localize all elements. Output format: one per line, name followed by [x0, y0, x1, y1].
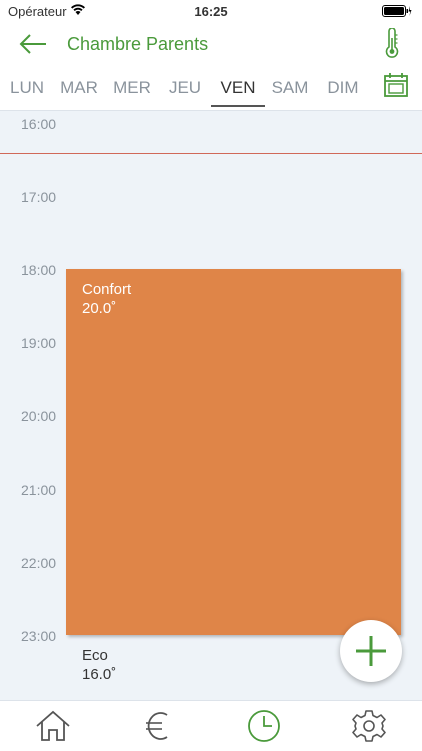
hour-label: 16:00: [21, 116, 57, 132]
current-time-line: [0, 153, 422, 154]
comfort-block-temp: 20.0˚: [82, 300, 117, 317]
tab-sam[interactable]: SAM: [263, 78, 317, 98]
arrow-left-icon[interactable]: [18, 32, 48, 56]
add-block-button[interactable]: [340, 620, 402, 682]
euro-icon[interactable]: [140, 709, 176, 743]
eco-temp: 16.0˚: [82, 666, 117, 683]
active-tab-underline: [211, 105, 265, 107]
plus-icon: [356, 636, 386, 666]
tab-dim[interactable]: DIM: [316, 78, 370, 98]
clock-icon[interactable]: [246, 709, 282, 743]
tab-lun[interactable]: LUN: [0, 78, 54, 98]
page-title: Chambre Parents: [67, 34, 209, 54]
tab-mar[interactable]: MAR: [52, 78, 106, 98]
status-bar: Opérateur 16:25: [0, 0, 422, 22]
home-icon[interactable]: [35, 709, 71, 743]
battery-icon: [382, 5, 412, 17]
thermometer-icon[interactable]: [384, 28, 400, 58]
hour-label: 21:00: [21, 482, 57, 498]
comfort-block[interactable]: Confort 20.0˚: [66, 269, 401, 635]
gear-icon[interactable]: [351, 709, 387, 743]
eco-label: Eco: [82, 647, 108, 664]
hour-label: 22:00: [21, 555, 57, 571]
tab-ven[interactable]: VEN: [211, 78, 265, 98]
comfort-block-name: Confort: [82, 281, 132, 298]
hour-label: 23:00: [21, 628, 57, 644]
day-tabs: LUN MAR MER JEU VEN SAM DIM: [0, 66, 422, 111]
hour-label: 17:00: [21, 189, 57, 205]
nav-bar: Chambre Parents: [0, 22, 422, 66]
schedule-timeline[interactable]: 16:00 17:00 18:00 19:00 20:00 21:00 22:0…: [0, 110, 422, 700]
clock-time: 16:25: [194, 4, 228, 19]
calendar-icon[interactable]: [383, 72, 409, 98]
hour-label: 20:00: [21, 408, 57, 424]
bottom-tab-bar: [0, 700, 422, 751]
tab-mer[interactable]: MER: [105, 78, 159, 98]
hour-label: 18:00: [21, 262, 57, 278]
tab-jeu[interactable]: JEU: [158, 78, 212, 98]
hour-label: 19:00: [21, 335, 57, 351]
